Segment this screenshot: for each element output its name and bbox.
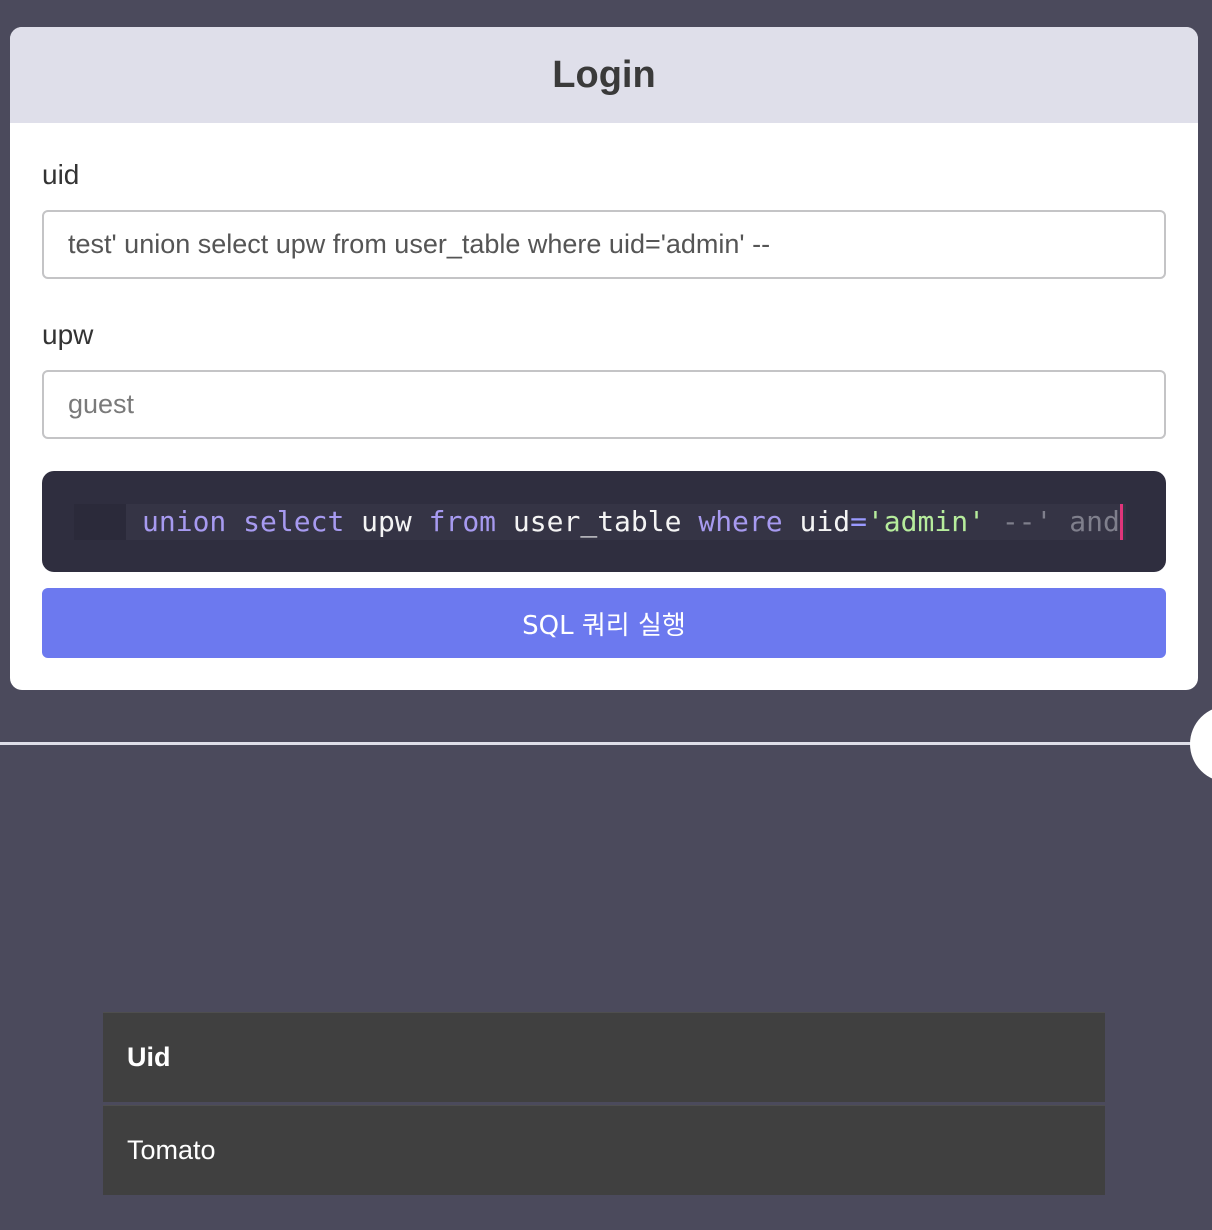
query-line: union select upw from user_table where u… [74,504,1126,540]
query-token-from: from [428,505,497,538]
table-cell-uid: Tomato [103,1105,1105,1195]
uid-label: uid [42,159,80,190]
query-token-select: select [243,505,345,538]
login-header: Login [10,27,1198,123]
query-token-admin-string: 'admin' [866,505,985,538]
sql-query-preview: union select upw from user_table where u… [42,471,1166,572]
text-cursor [1119,504,1123,540]
query-token-uid: uid [799,505,851,538]
query-token-equals: = [850,505,867,538]
login-card: Login uid upw union select upw from user… [10,27,1198,690]
query-token-union: union [142,505,227,538]
query-token-comment: --' and [1001,505,1120,538]
login-title: Login [552,53,656,96]
login-form: uid upw union select upw from user_table… [10,159,1198,658]
query-gutter [74,504,126,540]
uid-input[interactable] [42,210,1166,279]
table-header-row: Uid [103,1012,1105,1102]
column-header-uid: Uid [103,1012,1105,1102]
query-token-table: user_table [512,505,682,538]
upw-label: upw [42,319,94,350]
table-row: Tomato [103,1105,1105,1195]
section-divider [0,742,1200,745]
query-token-upw: upw [361,505,412,538]
results-table: Uid Tomato [103,1009,1105,1198]
scroll-handle[interactable] [1190,706,1212,782]
upw-input[interactable] [42,370,1166,439]
query-text: union select upw from user_table where u… [142,504,1123,540]
run-sql-button[interactable]: SQL 쿼리 실행 [42,588,1166,658]
query-token-where: where [698,505,783,538]
